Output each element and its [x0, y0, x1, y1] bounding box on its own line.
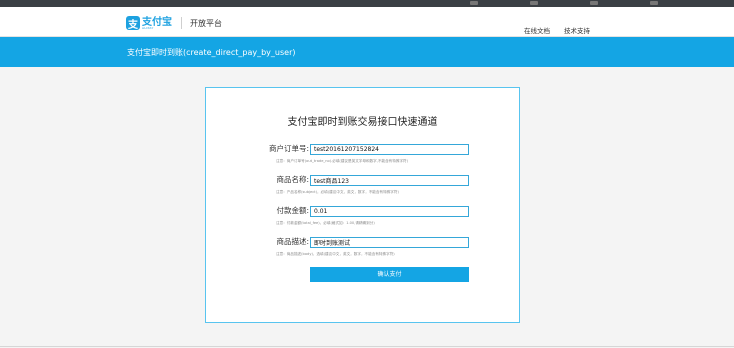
alipay-logo-icon: 支: [126, 16, 140, 31]
order-number-input[interactable]: [310, 144, 469, 155]
form-title: 支付宝即时到账交易接口快速通道: [287, 117, 438, 128]
order-number-hint: 注意：商户订单号(out_trade_no).必填(建议是英文字母和数字,不能含…: [276, 159, 409, 163]
browser-tab-marker: [530, 1, 538, 5]
product-name-hint: 注意：产品名称(subject)，必填(建议中文，英文，数字，不能含有特殊字符): [276, 190, 399, 194]
footer-divider: [0, 346, 734, 347]
product-name-label: 商品名称:: [276, 175, 309, 184]
browser-tab-marker: [470, 1, 478, 5]
top-header: 支 支付宝 ALIPAY 开放平台 在线文档 技术支持: [0, 7, 734, 37]
page-banner: 支付宝即时到账(create_direct_pay_by_user): [0, 37, 734, 67]
alipay-logo[interactable]: 支 支付宝 ALIPAY 开放平台: [126, 14, 222, 32]
nav-tech-support[interactable]: 技术支持: [564, 25, 590, 35]
product-name-input[interactable]: [310, 175, 469, 186]
amount-hint: 注意：付款金额(total_fee)，必填(格式如：1.00,请精确到分): [276, 221, 375, 225]
order-number-label: 商户订单号:: [268, 144, 309, 153]
description-label: 商品描述:: [276, 237, 309, 246]
amount-label: 付款金额:: [276, 206, 309, 215]
banner-title: 支付宝即时到账(create_direct_pay_by_user): [127, 48, 296, 57]
alipay-logo-subtext: ALIPAY: [142, 26, 154, 30]
nav-online-docs[interactable]: 在线文档: [524, 25, 550, 35]
payment-form-card: 支付宝即时到账交易接口快速通道 商户订单号: 注意：商户订单号(out_trad…: [205, 87, 520, 323]
browser-tab-marker: [650, 1, 658, 5]
confirm-payment-button[interactable]: 确认支付: [310, 267, 469, 282]
description-input[interactable]: [310, 237, 469, 248]
logo-divider: [181, 17, 182, 29]
open-platform-label: 开放平台: [190, 18, 222, 28]
description-hint: 注意：商品描述(body)，选填(建议中文，英文，数字，不能含有特殊字符): [276, 252, 395, 256]
browser-tab-marker: [590, 1, 598, 5]
browser-top-strip: [0, 0, 734, 7]
amount-input[interactable]: [310, 206, 469, 217]
